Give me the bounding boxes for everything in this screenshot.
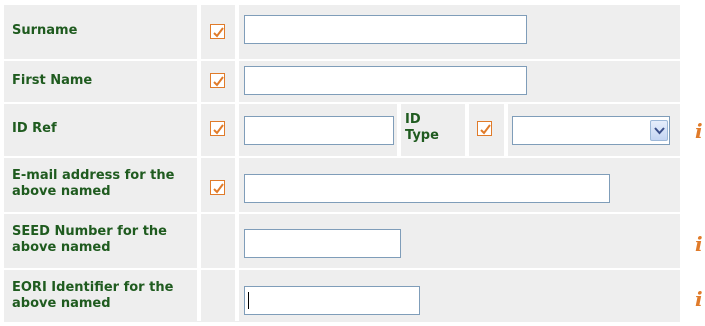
col-separator	[197, 5, 201, 321]
dropdown-button[interactable]	[650, 120, 668, 141]
surname-field[interactable]	[245, 16, 526, 43]
id-type-label: ID Type	[405, 112, 439, 143]
id-type-required-check	[477, 121, 492, 136]
col-separator	[235, 5, 239, 321]
first-name-field[interactable]	[245, 67, 526, 94]
seed-number-label: SEED Number for the above named	[12, 224, 167, 255]
check-icon	[213, 27, 224, 38]
text-cursor	[248, 292, 249, 309]
email-field[interactable]	[245, 175, 609, 202]
eori-identifier-field[interactable]	[245, 287, 419, 314]
first-name-input[interactable]	[244, 66, 527, 95]
id-ref-label: ID Ref	[12, 121, 57, 136]
chevron-down-icon	[654, 127, 665, 135]
info-icon[interactable]: i	[695, 121, 703, 141]
eori-identifier-label: EORI Identifier for the above named	[12, 280, 174, 311]
check-icon	[213, 124, 224, 135]
col-separator	[465, 104, 469, 156]
col-separator	[504, 104, 508, 156]
first-name-label: First Name	[12, 73, 93, 88]
info-icon[interactable]: i	[695, 289, 703, 309]
check-icon	[213, 76, 224, 87]
check-icon	[213, 183, 224, 194]
id-ref-required-check	[210, 121, 225, 136]
id-ref-field[interactable]	[245, 117, 393, 144]
col-separator	[397, 104, 401, 156]
check-icon	[480, 124, 491, 135]
first-name-required-check	[210, 73, 225, 88]
email-input[interactable]	[244, 174, 610, 203]
surname-required-check	[210, 24, 225, 39]
seed-number-field[interactable]	[245, 230, 400, 257]
info-icon[interactable]: i	[695, 234, 703, 254]
email-label: E-mail address for the above named	[12, 168, 175, 199]
email-required-check	[210, 180, 225, 195]
id-type-select[interactable]	[512, 116, 670, 145]
id-ref-input[interactable]	[244, 116, 394, 145]
surname-label: Surname	[12, 23, 78, 38]
surname-input[interactable]	[244, 15, 527, 44]
seed-number-input[interactable]	[244, 229, 401, 258]
eori-identifier-input[interactable]	[244, 286, 420, 315]
